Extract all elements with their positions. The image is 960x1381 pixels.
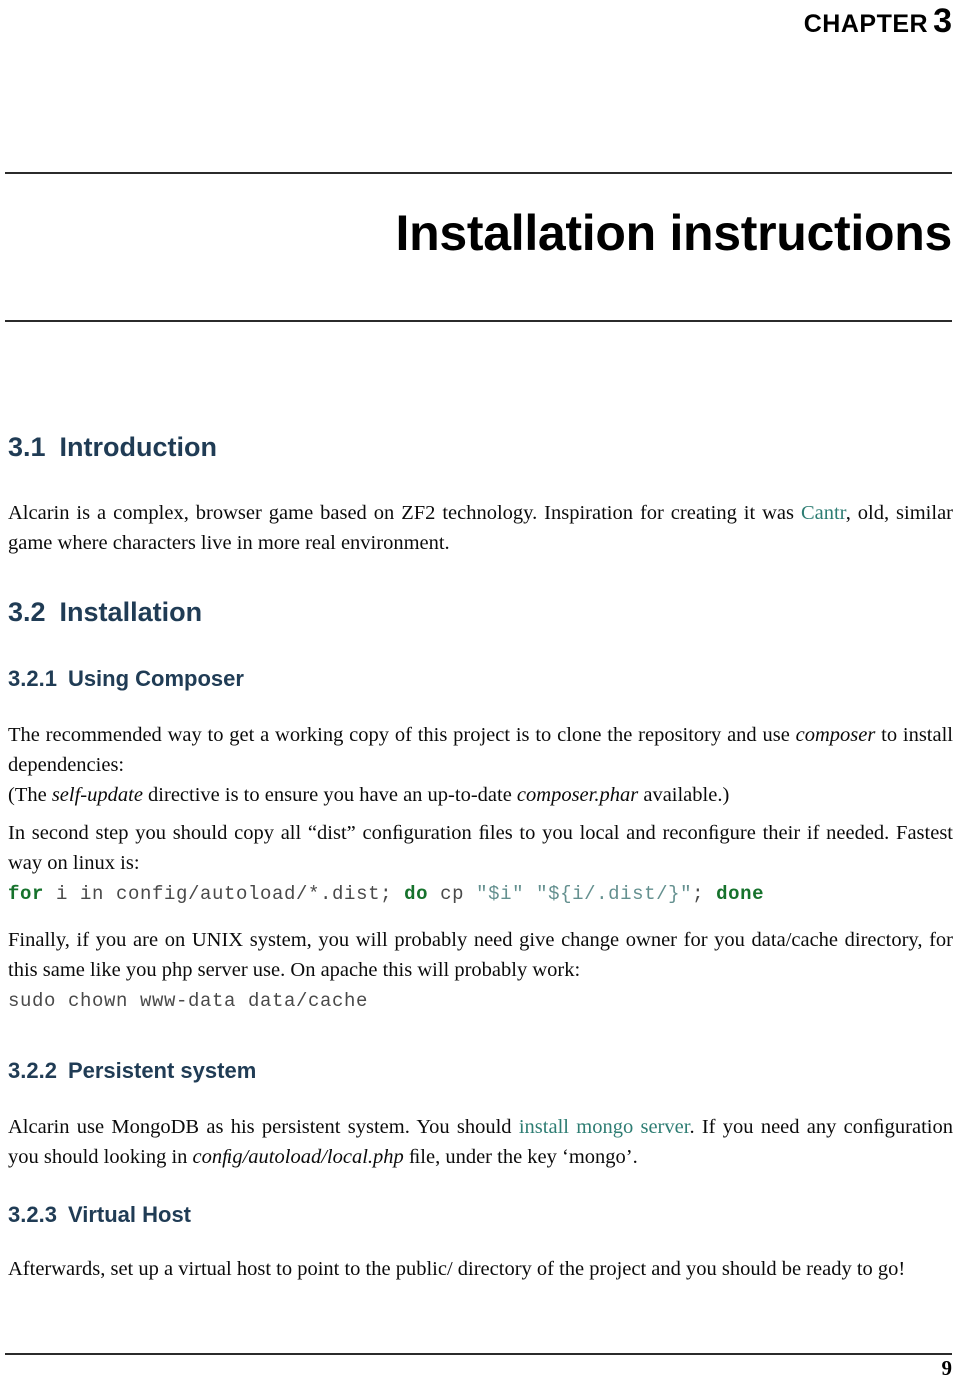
- emphasis-composer-phar: composer.phar: [516, 784, 639, 806]
- emphasis-self-update: self-update: [51, 784, 143, 806]
- chapter-label: CHAPTER: [803, 10, 929, 38]
- code-tokens-dist-loop: for i in config/autoload/*.dist; do cp "…: [8, 883, 764, 905]
- paragraph-unix-owner: Finally, if you are on UNIX system, you …: [8, 929, 953, 981]
- paragraph-self-update-note: (The self-update directive is to ensure …: [8, 780, 953, 810]
- page-number: 9: [941, 1356, 953, 1380]
- self-update-part3: available.): [638, 784, 730, 806]
- paragraph-introduction: Alcarin is a complex, browser game based…: [8, 498, 953, 558]
- code-tokens-chown: sudo chown www-data data/cache: [8, 990, 368, 1012]
- document-page: CHAPTER 3 Installation instructions 3.1 In…: [0, 0, 960, 1381]
- heading-installation: 3.2 Installation: [8, 597, 202, 628]
- heading-persistent-system: 3.2.2 Persistent system: [8, 1058, 256, 1084]
- code-token-keyword: for: [8, 883, 45, 905]
- emphasis-composer: composer: [795, 724, 876, 746]
- code-token-keyword: done: [716, 883, 765, 905]
- code-token-plain: sudo chown www-data data/cache: [8, 990, 369, 1012]
- mongo-part3: ﬁle, under the key ‘mongo’.: [403, 1146, 638, 1168]
- heading-text: Virtual Host: [67, 1202, 191, 1227]
- paragraph-dist-copy: In second step you should copy all “dist…: [8, 822, 953, 874]
- code-block-dist-loop: for i in config/autoload/*.dist; do cp "…: [8, 881, 953, 907]
- chapter-header: CHAPTER 3: [0, 2, 952, 41]
- link-install-mongo-server[interactable]: install mongo server: [519, 1116, 690, 1138]
- heading-text: Using Composer: [67, 666, 244, 691]
- heading-text: Introduction: [59, 432, 218, 462]
- composer-intro-part1: The recommended way to get a working cop…: [8, 724, 796, 746]
- heading-text: Persistent system: [67, 1058, 257, 1083]
- title-rule-bottom: [5, 320, 952, 322]
- footer-rule: [5, 1353, 952, 1355]
- code-token-plain: ;: [692, 883, 717, 905]
- heading-number: 3.2.3: [8, 1202, 57, 1227]
- title-rule-top: [5, 172, 952, 174]
- heading-using-composer: 3.2.1 Using Composer: [8, 666, 244, 692]
- intro-text-part1: Alcarin is a complex, browser game based…: [8, 502, 801, 524]
- mongo-part1: Alcarin use MongoDB as his persistent sy…: [8, 1116, 519, 1138]
- paragraph-vhost: Afterwards, set up a virtual host to poi…: [8, 1258, 906, 1280]
- chapter-number: 3: [933, 2, 952, 40]
- link-cantr[interactable]: Cantr: [801, 502, 846, 524]
- heading-virtual-host: 3.2.3 Virtual Host: [8, 1202, 191, 1228]
- self-update-part1: (The: [8, 784, 52, 806]
- code-block-chown: sudo chown www-data data/cache: [8, 988, 953, 1014]
- code-token-keyword: do: [404, 883, 429, 905]
- heading-number: 3.2: [8, 597, 46, 627]
- heading-number: 3.1: [8, 432, 46, 462]
- page-title: Installation instructions: [395, 205, 953, 261]
- heading-introduction: 3.1 Introduction: [8, 432, 217, 463]
- code-token-string: "$i" "${i/.dist/}": [476, 883, 693, 905]
- heading-text: Installation: [59, 597, 203, 627]
- emphasis-local-php: conﬁg/autoload/local.php: [192, 1146, 404, 1168]
- paragraph-composer-intro: The recommended way to get a working cop…: [8, 720, 953, 780]
- code-token-plain: cp: [428, 883, 477, 905]
- code-token-plain: i in config/autoload/*.dist;: [44, 883, 405, 905]
- self-update-part2: directive is to ensure you have an up-to…: [142, 784, 517, 806]
- heading-number: 3.2.1: [8, 666, 57, 691]
- paragraph-mongo: Alcarin use MongoDB as his persistent sy…: [8, 1112, 953, 1172]
- heading-number: 3.2.2: [8, 1058, 57, 1083]
